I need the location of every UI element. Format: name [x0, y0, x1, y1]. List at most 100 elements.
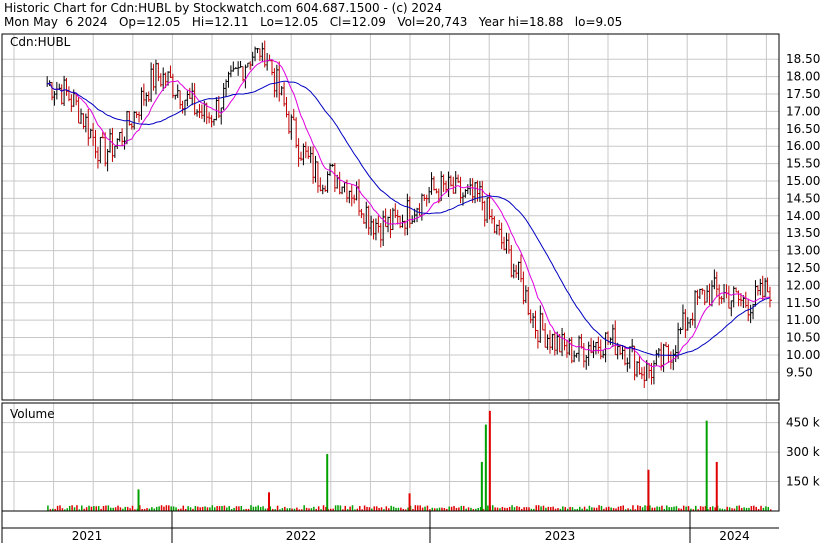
volume-bars: [47, 410, 772, 511]
ma-short-line: [47, 58, 770, 369]
volume-tick-label: 450 k: [786, 416, 820, 430]
price-tick-label: 14.50: [786, 191, 820, 205]
volume-bar: [511, 505, 513, 511]
volume-bar: [259, 507, 262, 511]
price-tick-label: 11.00: [786, 313, 820, 327]
volume-bar: [90, 506, 93, 511]
volume-bar: [194, 506, 197, 511]
volume-bar: [303, 505, 305, 511]
volume-bar: [337, 505, 339, 511]
volume-bar: [528, 507, 530, 511]
volume-bar: [366, 506, 368, 511]
volume-bar: [209, 507, 211, 511]
volume-bar: [95, 506, 98, 511]
volume-bar-peak: [408, 493, 411, 511]
volume-bar: [695, 505, 697, 511]
volume-bar: [56, 505, 59, 511]
volume-bar: [540, 506, 542, 511]
chart-frame: [1, 33, 780, 529]
volume-bar: [675, 506, 678, 511]
volume-bar: [591, 507, 593, 511]
volume-bar-peak: [326, 454, 329, 511]
volume-bar: [313, 506, 315, 511]
volume-bar: [59, 505, 61, 511]
volume-bar: [165, 505, 168, 511]
volume-bar: [228, 506, 230, 511]
volume-bar: [85, 507, 88, 511]
volume-bar: [666, 505, 668, 511]
volume-bar: [535, 505, 537, 511]
volume-bar: [344, 505, 347, 511]
price-tick-label: 13.50: [786, 226, 820, 240]
volume-bar: [187, 506, 189, 511]
volume-bar-peak: [647, 469, 650, 511]
volume-bar: [494, 507, 496, 511]
volume-bar: [322, 505, 325, 511]
volume-bar: [743, 507, 745, 511]
ma-long-line: [47, 80, 771, 356]
volume-bar: [93, 506, 95, 511]
volume-bar: [201, 506, 204, 511]
volume-bar: [71, 505, 73, 511]
volume-bar: [467, 507, 470, 511]
volume-bar: [351, 505, 354, 511]
volume-bar: [158, 506, 160, 511]
volume-bar: [226, 507, 228, 511]
volume-bar: [97, 506, 100, 511]
volume-bar: [68, 505, 71, 511]
volume-bar: [276, 505, 279, 511]
volume-bar: [172, 506, 175, 511]
volume-bar: [658, 506, 661, 511]
volume-bar: [552, 506, 554, 511]
price-tick-label: 10.00: [786, 348, 820, 362]
volume-bar: [155, 506, 158, 511]
volume-bar: [537, 505, 540, 511]
volume-bar: [620, 506, 622, 511]
volume-bar: [641, 507, 644, 511]
volume-bar: [487, 505, 489, 511]
price-tick-label: 12.50: [786, 261, 820, 275]
volume-bar: [542, 505, 545, 511]
volume-bar: [163, 506, 165, 511]
volume-bar: [400, 507, 402, 511]
volume-bar: [117, 505, 119, 511]
price-tick-label: 12.00: [786, 278, 820, 292]
volume-bar: [426, 505, 429, 511]
volume-bar: [76, 505, 78, 511]
volume-bar: [170, 506, 172, 511]
volume-bar: [564, 507, 566, 511]
volume-bar: [588, 505, 591, 511]
price-tick-label: 13.00: [786, 244, 820, 258]
volume-bar: [107, 505, 110, 511]
volume-bar: [578, 506, 581, 511]
volume-bar: [450, 506, 453, 511]
volume-bar: [516, 506, 518, 511]
volume-bar: [421, 507, 424, 511]
volume-bar: [753, 505, 755, 511]
volume-bar-peak: [137, 489, 140, 511]
volume-bar: [562, 506, 564, 511]
price-tick-label: 15.00: [786, 174, 820, 188]
volume-bar: [547, 506, 550, 511]
volume-bar: [600, 505, 603, 511]
volume-bar: [453, 505, 455, 511]
volume-bar: [699, 506, 702, 511]
price-tick-label: 16.50: [786, 122, 820, 136]
symbol-label: Cdn:HUBL: [10, 35, 71, 49]
volume-bar: [218, 506, 221, 511]
price-tick-label: 10.50: [786, 331, 820, 345]
volume-bar-peak: [480, 461, 483, 511]
volume-bar: [513, 507, 516, 511]
volume-bar: [317, 506, 320, 511]
volume-bar: [204, 506, 206, 511]
volume-bar: [549, 507, 552, 511]
volume-bar: [518, 506, 521, 511]
volume-bar: [392, 506, 395, 511]
price-tick-label: 17.50: [786, 87, 820, 101]
volume-bar: [608, 506, 610, 511]
volume-bar: [687, 506, 690, 511]
volume-bar: [736, 505, 738, 511]
volume-bar: [334, 505, 337, 511]
year-label: 2022: [286, 529, 317, 543]
price-tick-label: 17.00: [786, 104, 820, 118]
